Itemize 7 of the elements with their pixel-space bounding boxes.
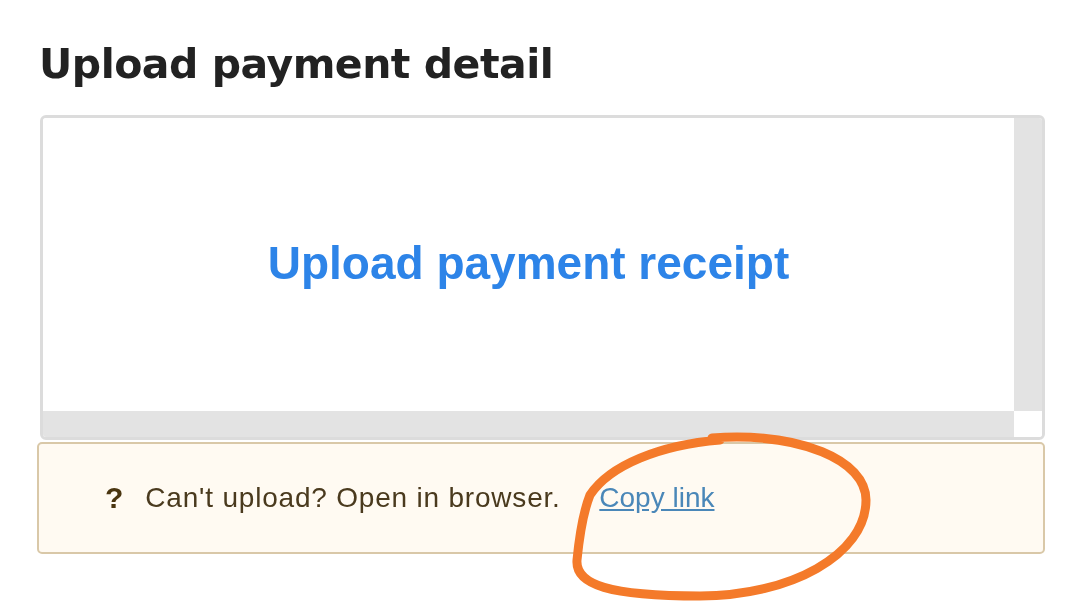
- scrollbar[interactable]: [43, 411, 1014, 437]
- help-icon: ?: [105, 481, 124, 515]
- upload-receipt-button[interactable]: Upload payment receipt: [267, 235, 790, 290]
- page-title: Upload payment detail: [39, 40, 555, 88]
- notice-text: Can't upload? Open in browser.: [145, 482, 562, 514]
- scrollbar[interactable]: [1014, 118, 1042, 411]
- copy-link[interactable]: Copy link: [599, 482, 715, 514]
